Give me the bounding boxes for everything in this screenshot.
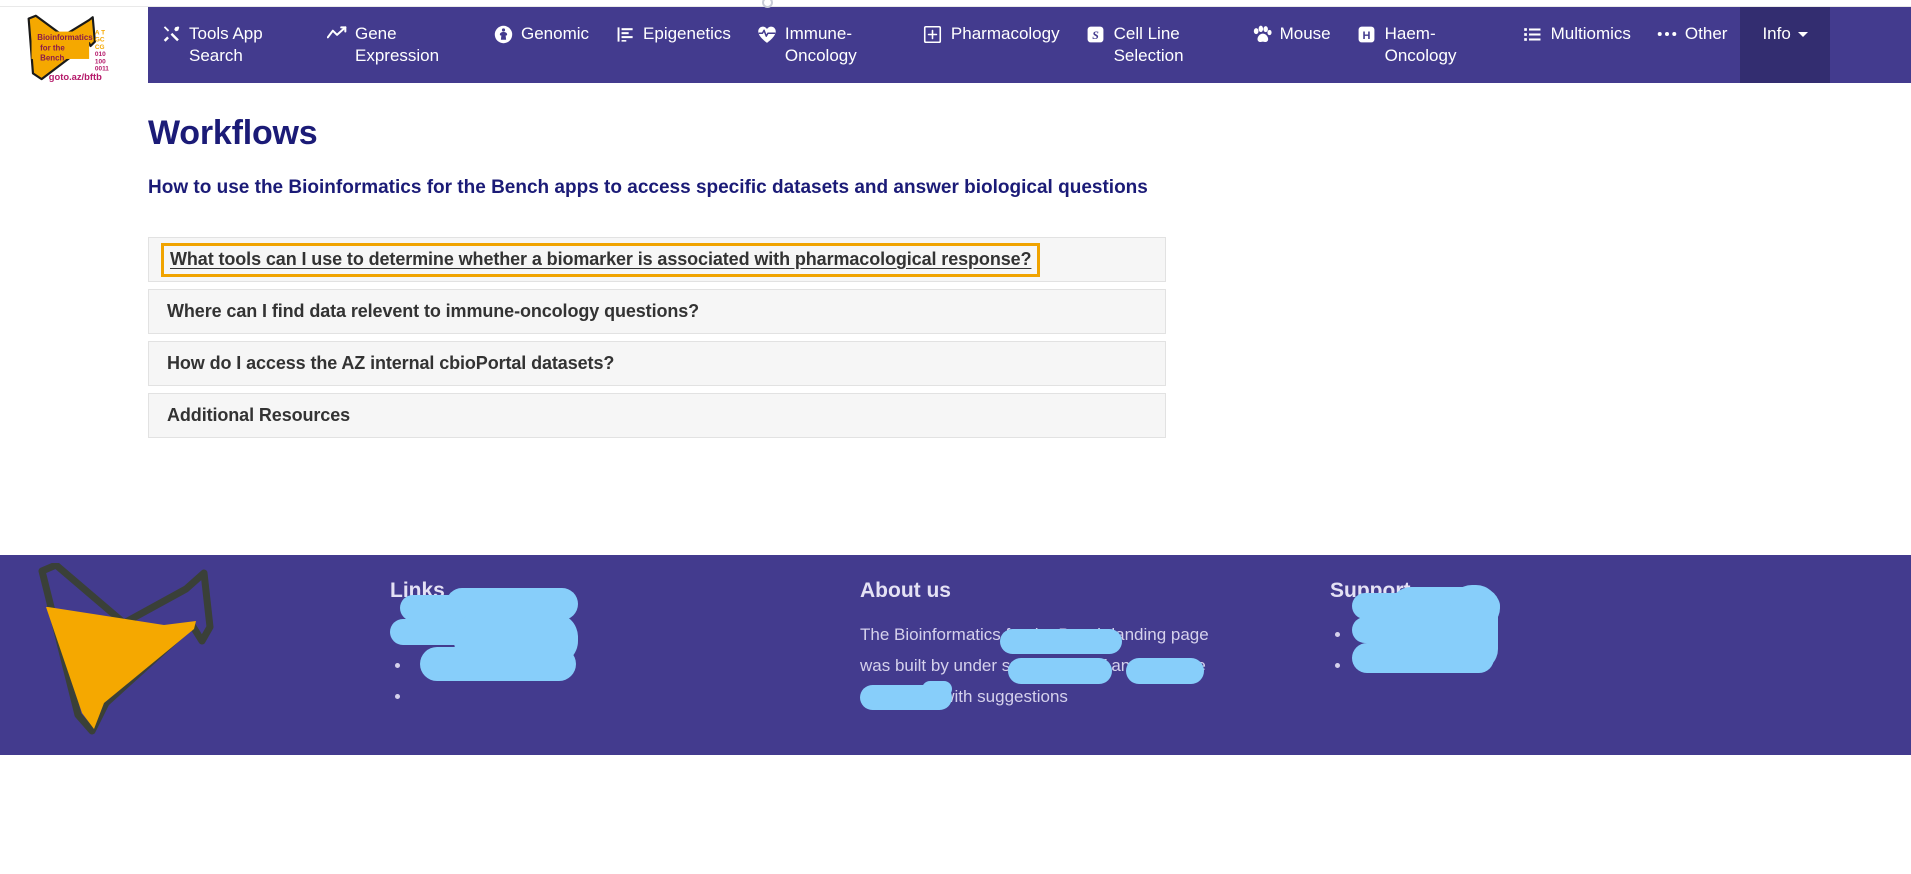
accordion-item-label[interactable]: What tools can I use to determine whethe… [160, 242, 1041, 277]
bioinformatics-for-the-bench-logo: Bioinformatics for the Bench A T GC CG 0… [27, 14, 109, 82]
nav-item-epigenetics[interactable]: Epigenetics [602, 7, 744, 83]
footer-link-item[interactable] [412, 650, 860, 681]
footer-support-item[interactable] [1352, 650, 1770, 681]
browser-top-strip [0, 0, 1911, 8]
accordion-item-label: Where can I find data relevent to immune… [167, 301, 700, 321]
workflow-accordion: What tools can I use to determine whethe… [148, 237, 1166, 438]
nav-item-mouse[interactable]: Mouse [1239, 7, 1344, 83]
nav-item-genomic[interactable]: Genomic [480, 7, 602, 83]
page-bottom-area [0, 755, 1911, 874]
nav-item-label: Cell Line Selection [1113, 24, 1184, 65]
svg-text:010: 010 [95, 51, 106, 58]
page-title: Workflows [148, 114, 318, 152]
nav-item-gene-expression[interactable]: Gene Expression [314, 7, 480, 83]
footer-support-list [1330, 619, 1770, 681]
page-subtitle: How to use the Bioinformatics for the Be… [148, 177, 1148, 198]
navbar-items: Tools App Search Gene Expression Genomic… [148, 7, 1911, 83]
nav-item-tools-app-search[interactable]: Tools App Search [148, 7, 314, 83]
svg-text:100: 100 [95, 58, 106, 65]
svg-text:A T: A T [95, 29, 105, 36]
footer-support-item[interactable] [1352, 619, 1770, 650]
nav-item-cell-line-selection[interactable]: S Cell Line Selection [1073, 7, 1239, 83]
nav-item-label: Immune-Oncology [784, 24, 857, 65]
nav-item-label: Haem-Oncology [1384, 24, 1457, 65]
footer-support-column: Support [1330, 555, 1770, 755]
nav-item-info[interactable]: Info [1740, 7, 1830, 83]
nav-item-label: Mouse [1279, 24, 1331, 43]
caret-down-icon [1797, 32, 1808, 37]
footer-links-list [390, 619, 860, 712]
list-ul-icon [1523, 24, 1543, 44]
footer-links-column: Links [390, 555, 860, 755]
h-square-icon: H [1357, 24, 1377, 44]
nav-item-multiomics[interactable]: Multiomics [1510, 7, 1644, 83]
dna-person-icon [493, 24, 513, 44]
tools-icon [161, 24, 181, 44]
nav-item-label: Pharmacology [950, 24, 1060, 43]
footer-logo-column [0, 555, 390, 755]
accordion-item-biomarker-pharmacological-response[interactable]: What tools can I use to determine whethe… [148, 237, 1166, 282]
nav-item-label: Gene Expression [355, 24, 440, 65]
chart-line-icon [327, 24, 347, 44]
footer-link-item[interactable] [412, 619, 860, 650]
plus-square-icon [923, 24, 943, 44]
nav-item-label: Multiomics [1550, 24, 1631, 43]
nav-item-label: Tools App Search [189, 24, 263, 65]
accordion-item-additional-resources[interactable]: Additional Resources [148, 393, 1166, 438]
nav-item-pharmacology[interactable]: Pharmacology [910, 7, 1073, 83]
svg-text:CG: CG [95, 44, 105, 51]
footer-links-heading: Links [390, 579, 445, 602]
ellipsis-icon [1657, 24, 1677, 44]
brand-logo-link[interactable]: Bioinformatics for the Bench A T GC CG 0… [0, 7, 148, 83]
nav-item-immune-oncology[interactable]: Immune-Oncology [744, 7, 910, 83]
heart-pulse-icon [757, 24, 777, 44]
svg-text:Bioinformatics: Bioinformatics [37, 33, 93, 42]
accordion-item-label: How do I access the AZ internal cbioPort… [167, 353, 615, 373]
footer-flask-logo [38, 563, 214, 735]
svg-text:goto.az/bftb: goto.az/bftb [49, 72, 102, 82]
accordion-item-label: Additional Resources [167, 405, 351, 425]
svg-text:Bench: Bench [40, 53, 64, 62]
svg-text:GC: GC [95, 37, 105, 44]
paw-icon [1252, 24, 1272, 44]
svg-text:S: S [1092, 27, 1099, 41]
accordion-item-immune-oncology-data[interactable]: Where can I find data relevent to immune… [148, 289, 1166, 334]
footer-about-text: The Bioinformatics for the Bench landing… [860, 625, 1209, 706]
nav-item-haem-oncology[interactable]: H Haem-Oncology [1344, 7, 1510, 83]
footer-support-heading: Support [1330, 579, 1411, 602]
nav-item-label: Other [1684, 24, 1728, 43]
loading-spinner-icon [762, 0, 773, 8]
main-content: Workflows How to use the Bioinformatics … [0, 83, 1911, 555]
svg-text:for the: for the [40, 43, 65, 52]
nav-item-label: Info [1762, 24, 1791, 43]
svg-text:H: H [1363, 29, 1371, 41]
nav-item-label: Genomic [521, 24, 590, 43]
s-square-icon: S [1086, 24, 1106, 44]
nav-item-other[interactable]: Other [1644, 7, 1741, 83]
nav-item-label: Epigenetics [643, 24, 731, 43]
main-navbar: Bioinformatics for the Bench A T GC CG 0… [0, 7, 1911, 83]
footer-about-column: About us The Bioinformatics for the Benc… [860, 555, 1330, 755]
footer-link-item[interactable] [412, 681, 860, 712]
align-left-icon [615, 24, 635, 44]
accordion-item-az-internal-cbioportal[interactable]: How do I access the AZ internal cbioPort… [148, 341, 1166, 386]
footer-about-heading: About us [860, 579, 951, 602]
site-footer: Links About us The Bioinformatics for th… [0, 555, 1911, 755]
